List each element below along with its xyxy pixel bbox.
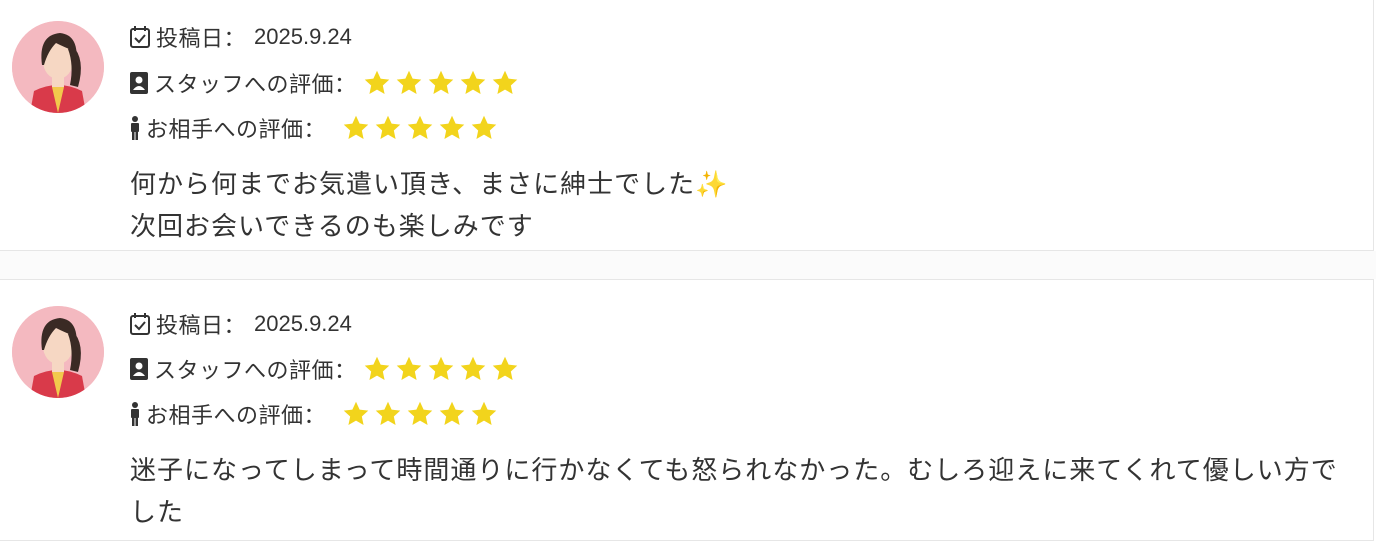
star-icon [407,115,433,139]
star-icon [407,401,433,425]
star-icon [460,356,485,380]
posted-date-row: 投稿日： 2025.9.24 [130,21,352,53]
star-icon [364,70,389,94]
review-card: 投稿日： 2025.9.24 スタッフへの評価： お相手への評価： 迷子になって… [0,279,1374,541]
posted-date-row: 投稿日： 2025.9.24 [130,308,352,340]
star-icon [364,356,389,380]
staff-rating-stars [363,355,519,383]
review-comment: 何から何までお気遣い頂き、まさに紳士でした✨ 次回お会いできるのも楽しみです [130,170,729,242]
posted-label: 投稿日： [156,314,247,339]
star-icon [396,356,421,380]
posted-date: 2025.9.24 [254,24,352,49]
star-icon [375,401,401,425]
calendar-check-icon [130,26,150,48]
id-badge-icon [130,72,148,94]
star-icon [460,70,485,94]
star-icon [343,115,369,139]
staff-rating-label: スタッフへの評価： [154,359,357,384]
staff-rating-row: スタッフへの評価： [130,353,519,385]
avatar [12,21,104,113]
partner-rating-stars [342,400,498,428]
staff-rating-row: スタッフへの評価： [130,67,519,99]
star-icon [439,401,465,425]
person-icon [130,402,140,426]
star-icon [492,70,517,94]
id-badge-icon [130,358,148,380]
avatar [12,306,104,398]
partner-rating-stars [342,114,498,142]
star-icon [375,115,401,139]
review-card: 投稿日： 2025.9.24 スタッフへの評価： お相手への評価： 何から何まで… [0,0,1374,251]
calendar-check-icon [130,313,150,335]
card-divider [0,251,1376,279]
staff-rating-stars [363,69,519,97]
star-icon [439,115,465,139]
star-icon [492,356,517,380]
partner-rating-row: お相手への評価： [130,112,498,144]
posted-label: 投稿日： [156,27,247,52]
partner-rating-label: お相手への評価： [146,404,327,429]
star-icon [343,401,369,425]
star-icon [428,70,453,94]
review-list: 投稿日： 2025.9.24 スタッフへの評価： お相手への評価： 何から何まで… [0,0,1376,543]
person-icon [130,116,140,140]
staff-rating-label: スタッフへの評価： [154,73,357,98]
review-comment: 迷子になってしまって時間通りに行かなくても怒られなかった。むしろ迎えに来てくれて… [130,456,1338,528]
partner-rating-row: お相手への評価： [130,398,498,430]
star-icon [396,70,421,94]
star-icon [428,356,453,380]
partner-rating-label: お相手への評価： [146,118,327,143]
star-icon [471,115,497,139]
posted-date: 2025.9.24 [254,311,352,336]
star-icon [471,401,497,425]
